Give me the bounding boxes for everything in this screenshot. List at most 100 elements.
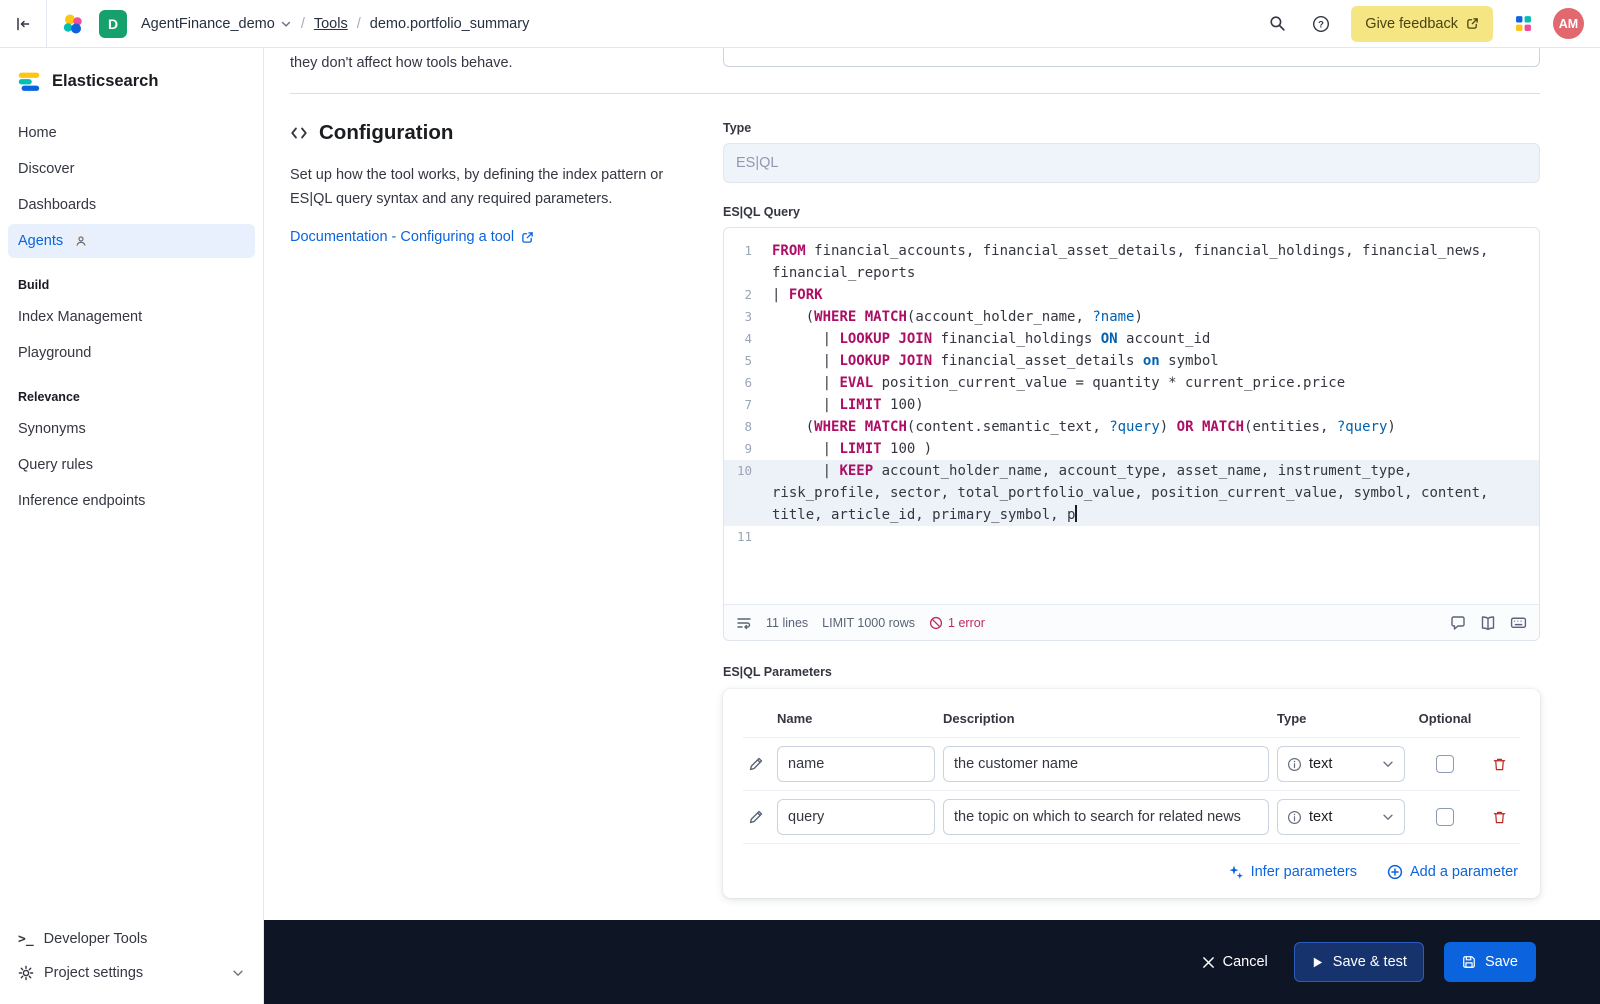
- param-name-input[interactable]: [777, 799, 935, 835]
- code-line-6[interactable]: 6 | EVAL position_current_value = quanti…: [724, 372, 1539, 394]
- code-line-4[interactable]: 4 | LOOKUP JOIN financial_holdings ON ac…: [724, 328, 1539, 350]
- param-description-input[interactable]: [943, 799, 1269, 835]
- line-number: 6: [724, 372, 764, 394]
- external-link-icon: [1466, 17, 1479, 30]
- line-number: 3: [724, 306, 764, 328]
- code-line-3[interactable]: 3 (WHERE MATCH(account_holder_name, ?nam…: [724, 306, 1539, 328]
- code-text: (WHERE MATCH(account_holder_name, ?name): [764, 306, 1539, 328]
- code-text: [764, 526, 1539, 548]
- param-name-input[interactable]: [777, 746, 935, 782]
- save-disk-icon: [1462, 955, 1476, 969]
- sidebar-item-inference-endpoints[interactable]: Inference endpoints: [8, 484, 255, 518]
- product-brand: Elasticsearch: [0, 48, 263, 116]
- space-avatar[interactable]: D: [99, 10, 127, 38]
- column-header-optional: Optional: [1413, 711, 1477, 726]
- sidebar-item-dashboards[interactable]: Dashboards: [8, 188, 255, 222]
- breadcrumb-tools[interactable]: Tools: [314, 16, 348, 32]
- param-type-value: text: [1309, 809, 1332, 825]
- give-feedback-button[interactable]: Give feedback: [1351, 6, 1493, 42]
- edit-pencil-icon[interactable]: [743, 809, 769, 825]
- sidebar-item-project-settings[interactable]: Project settings: [8, 956, 255, 990]
- search-icon[interactable]: [1263, 10, 1291, 38]
- code-text: | LIMIT 100): [764, 394, 1539, 416]
- editor-error-badge[interactable]: 1 error: [929, 616, 985, 630]
- scrolled-input-partial[interactable]: [723, 48, 1540, 67]
- infer-parameters-button[interactable]: Infer parameters: [1228, 864, 1357, 880]
- agent-badge-icon: [71, 231, 91, 251]
- code-text: | EVAL position_current_value = quantity…: [764, 372, 1539, 394]
- sidebar-item-home[interactable]: Home: [8, 116, 255, 150]
- type-label: Type: [723, 121, 1540, 135]
- sidebar-item-agents[interactable]: Agents: [8, 224, 255, 258]
- breadcrumb-project[interactable]: AgentFinance_demo: [141, 16, 292, 32]
- wrap-lines-icon[interactable]: [736, 615, 752, 631]
- line-number: 5: [724, 350, 764, 372]
- param-description-input[interactable]: [943, 746, 1269, 782]
- breadcrumb: AgentFinance_demo / Tools / demo.portfol…: [141, 16, 529, 32]
- line-number: 11: [724, 526, 764, 548]
- product-name: Elasticsearch: [52, 72, 158, 91]
- sidebar-item-developer-tools[interactable]: >_ Developer Tools: [8, 922, 255, 956]
- line-number: 10: [724, 460, 764, 526]
- code-line-11[interactable]: 11: [724, 526, 1539, 548]
- parameters-panel: Name Description Type Optional texttext …: [723, 689, 1540, 898]
- param-type-select[interactable]: text: [1277, 746, 1405, 782]
- sidebar-item-label: Index Management: [18, 309, 142, 325]
- cancel-label: Cancel: [1223, 954, 1268, 970]
- edit-pencil-icon[interactable]: [743, 756, 769, 772]
- delete-parameter-icon[interactable]: [1485, 810, 1513, 825]
- save-button[interactable]: Save: [1444, 942, 1536, 982]
- user-avatar[interactable]: AM: [1553, 8, 1584, 39]
- elastic-logo[interactable]: [61, 12, 85, 36]
- help-icon[interactable]: ?: [1307, 10, 1335, 38]
- sidebar-item-playground[interactable]: Playground: [8, 336, 255, 370]
- line-number: 2: [724, 284, 764, 306]
- intro-text-tail: they don't affect how tools behave.: [290, 48, 513, 71]
- sidebar-item-synonyms[interactable]: Synonyms: [8, 412, 255, 446]
- sidebar-item-label: Dashboards: [18, 197, 96, 213]
- documentation-book-icon[interactable]: [1480, 615, 1496, 631]
- chevron-down-icon: [1381, 810, 1395, 824]
- external-link-icon: [521, 231, 534, 244]
- delete-parameter-icon[interactable]: [1485, 757, 1513, 772]
- cancel-button[interactable]: Cancel: [1196, 953, 1274, 971]
- code-line-5[interactable]: 5 | LOOKUP JOIN financial_asset_details …: [724, 350, 1539, 372]
- parameters-table-header: Name Description Type Optional: [743, 699, 1520, 737]
- param-row-query: text: [743, 790, 1520, 844]
- column-header-description: Description: [943, 711, 1269, 726]
- close-icon: [1202, 956, 1215, 969]
- documentation-link[interactable]: Documentation - Configuring a tool: [290, 229, 534, 245]
- feedback-comment-icon[interactable]: [1450, 615, 1466, 631]
- save-and-test-label: Save & test: [1333, 954, 1407, 970]
- line-number: 9: [724, 438, 764, 460]
- param-type-select[interactable]: text: [1277, 799, 1405, 835]
- add-parameter-label: Add a parameter: [1410, 864, 1518, 880]
- sidebar: Elasticsearch HomeDiscover Dashboards Agen…: [0, 48, 264, 1004]
- code-line-2[interactable]: 2| FORK: [724, 284, 1539, 306]
- save-label: Save: [1485, 954, 1518, 970]
- code-line-7[interactable]: 7 | LIMIT 100): [724, 394, 1539, 416]
- code-line-1[interactable]: 1FROM financial_accounts, financial_asse…: [724, 240, 1539, 284]
- info-icon: [1287, 810, 1302, 825]
- code-line-9[interactable]: 9 | LIMIT 100 ): [724, 438, 1539, 460]
- optional-checkbox[interactable]: [1436, 808, 1454, 826]
- apps-grid-icon[interactable]: [1509, 10, 1537, 38]
- code-text: | LOOKUP JOIN financial_holdings ON acco…: [764, 328, 1539, 350]
- sidebar-item-query-rules[interactable]: Query rules: [8, 448, 255, 482]
- esql-editor: 1FROM financial_accounts, financial_asse…: [723, 227, 1540, 641]
- param-type-value: text: [1309, 756, 1332, 772]
- sidebar-item-index-management[interactable]: Index Management: [8, 300, 255, 334]
- keyboard-shortcuts-icon[interactable]: [1510, 614, 1527, 631]
- project-settings-label: Project settings: [44, 965, 143, 981]
- code-line-8[interactable]: 8 (WHERE MATCH(content.semantic_text, ?q…: [724, 416, 1539, 438]
- sidebar-item-label: Synonyms: [18, 421, 86, 437]
- optional-checkbox[interactable]: [1436, 755, 1454, 773]
- code-line-10[interactable]: 10 | KEEP account_holder_name, account_t…: [724, 460, 1539, 526]
- editor-lines-count: 11 lines: [766, 616, 808, 630]
- save-and-test-button[interactable]: Save & test: [1294, 942, 1424, 982]
- sidebar-item-discover[interactable]: Discover: [8, 152, 255, 186]
- collapse-nav-icon[interactable]: [0, 0, 47, 47]
- add-parameter-button[interactable]: Add a parameter: [1387, 864, 1518, 880]
- tool-type-input[interactable]: [723, 143, 1540, 183]
- breadcrumb-project-label: AgentFinance_demo: [141, 16, 275, 32]
